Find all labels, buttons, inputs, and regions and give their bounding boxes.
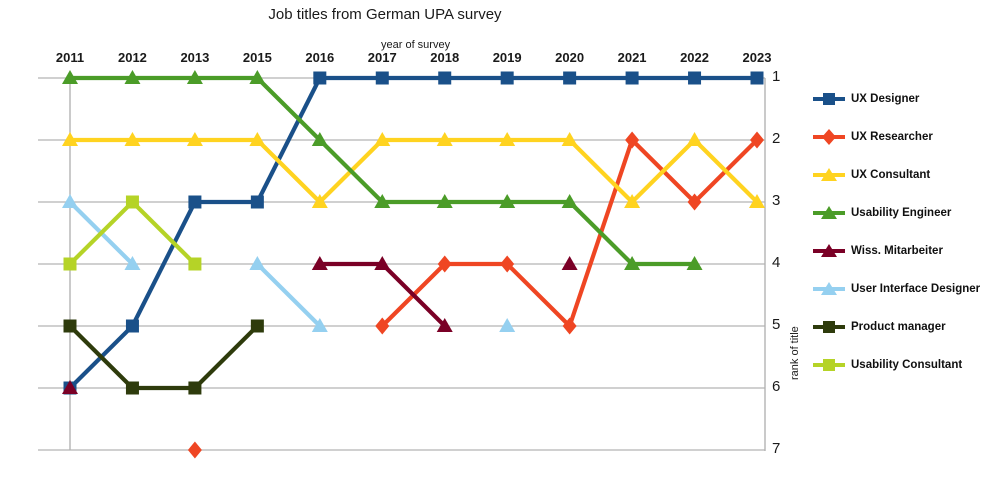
legend-marker-icon (812, 279, 846, 299)
legend-item[interactable]: Usability Engineer (812, 194, 997, 232)
data-point-square (375, 71, 389, 85)
data-point-square (438, 71, 452, 85)
data-point-triangle (499, 318, 516, 332)
legend-square-icon (823, 359, 835, 371)
data-point-square (500, 71, 514, 85)
legend-item[interactable]: Wiss. Mitarbeiter (812, 232, 997, 270)
legend-marker-icon (812, 127, 846, 147)
series-line-segment (255, 138, 322, 204)
data-point-square (688, 71, 702, 85)
legend-marker-icon (812, 89, 846, 109)
legend-item[interactable]: UX Researcher (812, 118, 997, 156)
data-point-square (625, 71, 639, 85)
legend-label: Product manager (851, 320, 946, 333)
legend-marker-icon (812, 317, 846, 337)
legend-item[interactable]: Usability Consultant (812, 346, 997, 384)
legend-square-icon (823, 93, 835, 105)
data-point-diamond (187, 441, 202, 459)
data-point-square (188, 195, 202, 209)
legend-label: UX Researcher (851, 130, 933, 143)
legend-item[interactable]: UX Consultant (812, 156, 997, 194)
series-ux-researcher (187, 131, 764, 459)
series-line-segment (130, 200, 197, 266)
data-point-square (63, 319, 77, 333)
data-point-triangle (561, 256, 578, 270)
legend-item[interactable]: UX Designer (812, 80, 997, 118)
series-ux-designer (63, 71, 764, 395)
legend-marker-icon (812, 241, 846, 261)
data-point-triangle (62, 194, 78, 208)
series-product-manager (63, 319, 264, 395)
legend-marker-icon (812, 203, 846, 223)
series-line-segment (568, 200, 634, 266)
data-point-square (125, 319, 139, 333)
data-point-square (125, 381, 139, 395)
chart-container: Job titles from German UPA survey year o… (0, 0, 997, 502)
data-point-square (563, 71, 577, 85)
legend-label: UX Consultant (851, 168, 931, 181)
data-point-square (63, 257, 77, 271)
series-line-segment (255, 262, 322, 328)
data-point-square (250, 319, 264, 333)
data-point-triangle (686, 132, 703, 146)
chart-legend: UX Designer UX Researcher UX Consultant Usa… (812, 80, 997, 384)
legend-label: Wiss. Mitarbeiter (851, 244, 943, 257)
legend-label: Usability Engineer (851, 206, 952, 219)
series-line-segment (193, 324, 259, 390)
data-point-triangle (249, 256, 266, 270)
legend-item[interactable]: User Interface Designer (812, 270, 997, 308)
legend-item[interactable]: Product manager (812, 308, 997, 346)
data-point-square (188, 381, 202, 395)
data-point-square (313, 71, 327, 85)
legend-label: User Interface Designer (851, 282, 981, 295)
data-point-square (188, 257, 202, 271)
legend-label: UX Designer (851, 92, 920, 105)
legend-marker-icon (812, 355, 846, 375)
series-line-segment (505, 262, 572, 328)
series-usability-engineer (62, 70, 703, 270)
legend-marker-icon (812, 165, 846, 185)
legend-diamond-icon (822, 129, 836, 145)
data-point-square (750, 71, 764, 85)
data-point-square (125, 195, 139, 209)
legend-label: Usability Consultant (851, 358, 963, 371)
series-line-segment (255, 76, 322, 142)
legend-square-icon (823, 321, 835, 333)
data-point-square (250, 195, 264, 209)
